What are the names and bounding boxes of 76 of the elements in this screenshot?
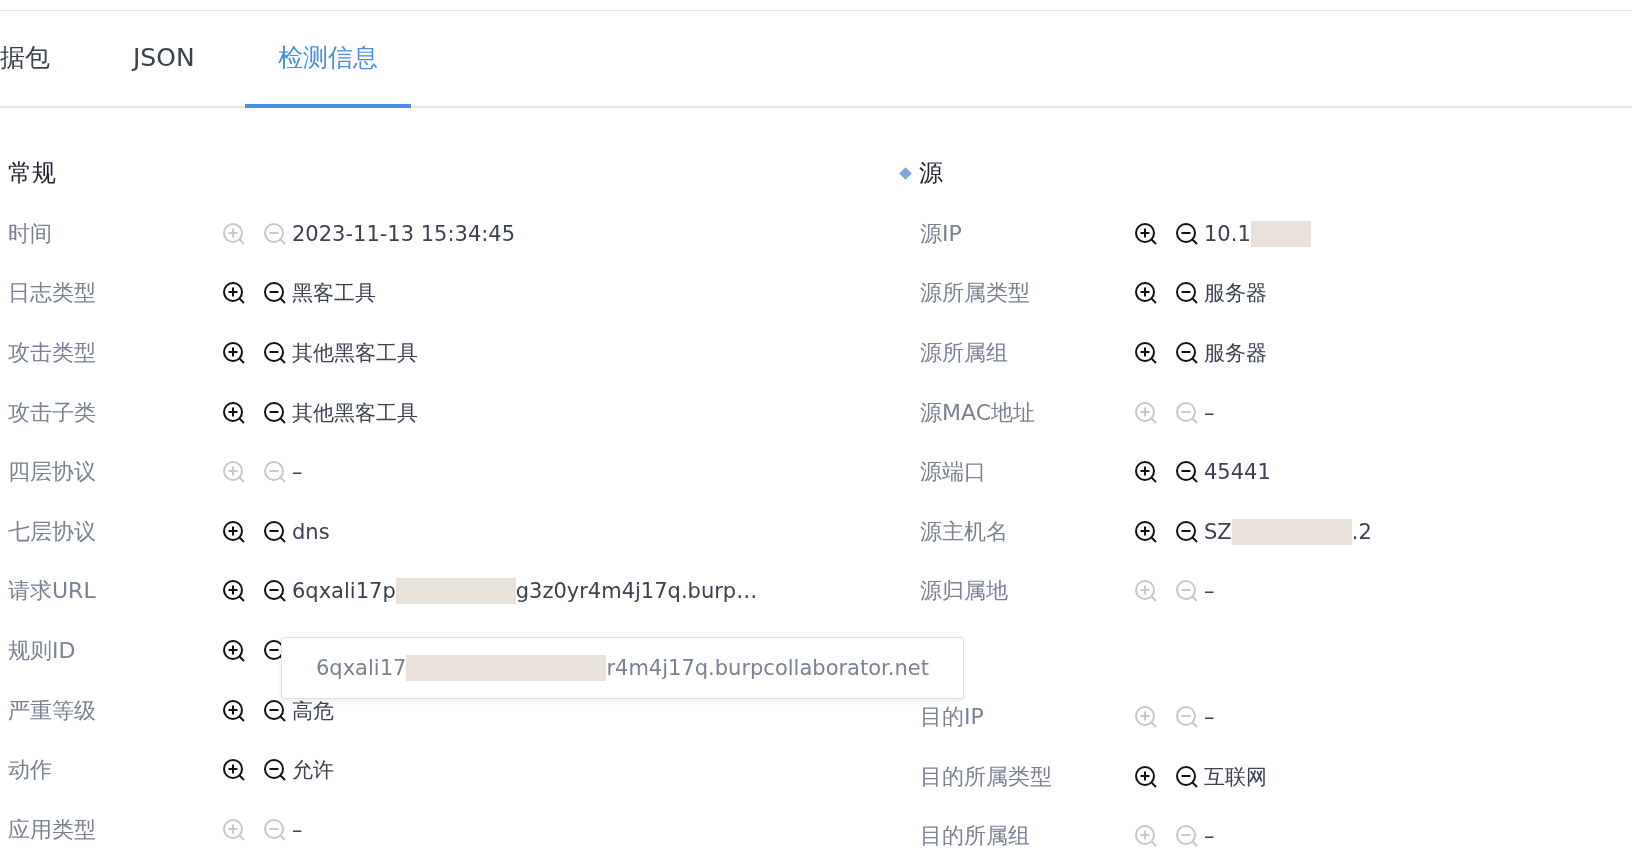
field-value: –	[292, 460, 303, 485]
zoom-out-icon[interactable]	[1175, 341, 1199, 365]
field-label: 动作	[8, 756, 53, 785]
field-value: 服务器	[1204, 340, 1267, 367]
field-value: 6qxali17p	[292, 579, 396, 604]
field-label: 时间	[8, 219, 53, 248]
section-title: 常规	[8, 158, 56, 189]
zoom-in-icon[interactable]	[222, 400, 246, 425]
field-label: 源所属组	[920, 339, 1009, 367]
zoom-out-icon[interactable]	[1175, 221, 1199, 246]
zoom-out-icon[interactable]	[263, 400, 287, 425]
field-value: 服务器	[1204, 280, 1267, 308]
field-label: 规则ID	[8, 636, 77, 665]
zoom-in-icon[interactable]	[1134, 221, 1158, 246]
field-value: –	[1204, 824, 1215, 849]
field-label: 源主机名	[920, 517, 1009, 546]
tooltip-text: r4m4j17q.burpcollaborator.net	[606, 656, 929, 681]
zoom-out-icon[interactable]	[263, 341, 287, 365]
field-label: 目的所属类型	[920, 762, 1053, 791]
field-value: 允许	[292, 757, 334, 785]
field-value: 高危	[292, 697, 334, 725]
field-label: 源MAC地址	[920, 398, 1036, 427]
field-value: SZ	[1204, 519, 1232, 544]
field-label: 源端口	[920, 458, 987, 487]
zoom-out-icon[interactable]	[1175, 460, 1199, 485]
field-value: .2	[1351, 519, 1372, 544]
zoom-in-icon[interactable]	[222, 519, 246, 544]
field-value: –	[1204, 704, 1215, 729]
zoom-in-icon[interactable]	[1134, 764, 1158, 789]
field-label: 严重等级	[8, 696, 97, 725]
field-label: 四层协议	[8, 458, 97, 487]
field-label: 源归属地	[920, 577, 1009, 606]
field-label: 七层协议	[8, 517, 97, 546]
zoom-out-icon[interactable]	[1175, 281, 1199, 306]
field-value: 互联网	[1204, 763, 1267, 791]
zoom-in-icon[interactable]	[222, 579, 246, 604]
field-label: 攻击类型	[8, 339, 97, 367]
zoom-out-icon[interactable]	[263, 579, 287, 604]
field-value: dns	[292, 519, 330, 544]
zoom-in-icon[interactable]	[222, 638, 246, 663]
zoom-out-icon[interactable]	[263, 281, 287, 306]
field-label: 目的IP	[920, 702, 985, 731]
field-label: 源IP	[920, 219, 963, 248]
zoom-out-icon[interactable]	[263, 758, 287, 783]
zoom-in-icon[interactable]	[222, 758, 246, 783]
tab[interactable]: JSON	[100, 11, 228, 108]
field-value: 黑客工具	[292, 280, 376, 308]
section-title: 源	[919, 158, 943, 189]
field-label: 目的所属组	[920, 822, 1031, 851]
tab[interactable]: 据包	[0, 11, 83, 108]
field-value: 45441	[1204, 460, 1271, 485]
zoom-in-icon[interactable]	[222, 341, 246, 365]
field-label: 攻击子类	[8, 398, 97, 427]
zoom-out-icon[interactable]	[263, 698, 287, 723]
zoom-out-icon[interactable]	[1175, 764, 1199, 789]
field-value: g3z0yr4m4j17q.burp…	[515, 579, 758, 604]
field-value: 其他黑客工具	[292, 399, 418, 427]
field-value: –	[1204, 400, 1215, 425]
field-value: 其他黑客工具	[292, 340, 418, 367]
zoom-out-icon[interactable]	[263, 519, 287, 544]
zoom-in-icon[interactable]	[1134, 281, 1158, 306]
field-label: 日志类型	[8, 279, 97, 308]
zoom-out-icon[interactable]	[1175, 519, 1199, 544]
field-value: –	[1204, 579, 1215, 604]
tooltip-text: 6qxali17	[316, 656, 407, 681]
field-label: 应用类型	[8, 815, 97, 844]
field-label: 源所属类型	[920, 279, 1031, 308]
field-label: 请求URL	[8, 577, 97, 606]
field-value: 10.1	[1204, 221, 1251, 246]
zoom-in-icon[interactable]	[222, 281, 246, 306]
zoom-in-icon[interactable]	[1134, 519, 1158, 544]
zoom-in-icon[interactable]	[222, 698, 246, 723]
field-value: –	[292, 817, 303, 842]
zoom-in-icon[interactable]	[1134, 460, 1158, 485]
field-value: 2023-11-13 15:34:45	[292, 221, 516, 246]
zoom-in-icon[interactable]	[1134, 341, 1158, 365]
